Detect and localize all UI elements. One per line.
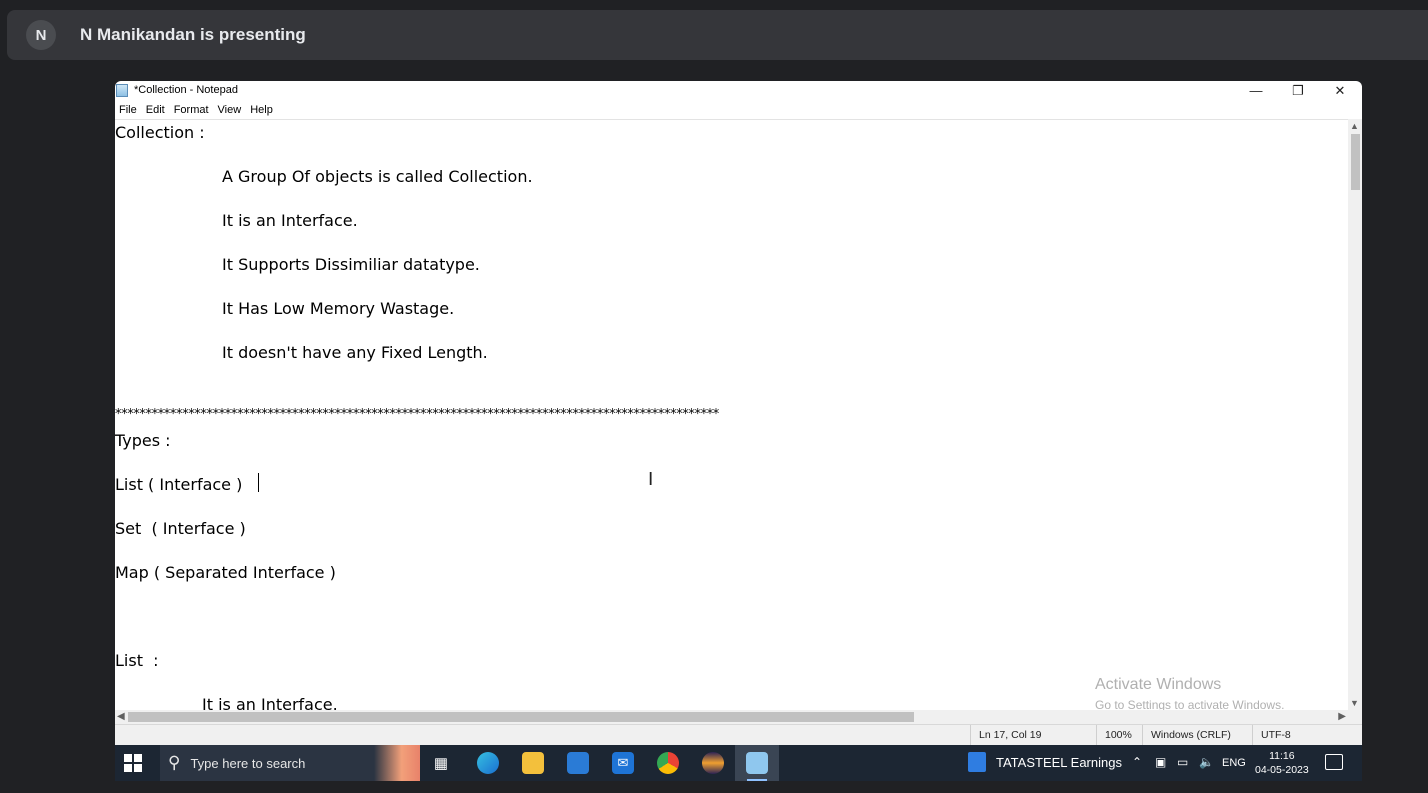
activate-title: Activate Windows <box>1095 676 1222 693</box>
edge-browser-icon[interactable] <box>477 752 499 774</box>
menu-edit[interactable]: Edit <box>142 101 170 119</box>
file-explorer-icon[interactable] <box>522 752 544 774</box>
horizontal-scroll-thumb[interactable] <box>128 712 914 722</box>
menu-help[interactable]: Help <box>246 101 278 119</box>
battery-icon[interactable]: ▭ <box>1177 755 1188 769</box>
notification-icon[interactable] <box>1325 754 1343 770</box>
notepad-titlebar[interactable]: *Collection - Notepad — ❐ ✕ <box>115 81 1362 100</box>
scroll-right-icon[interactable]: ▶ <box>1338 711 1346 722</box>
activate-windows-watermark: Activate Windows Go to Settings to activ… <box>1095 676 1284 712</box>
scroll-up-icon[interactable]: ▲ <box>1350 121 1359 131</box>
text-line: List ( Interface ) <box>115 475 243 494</box>
minimize-button[interactable]: — <box>1235 81 1277 100</box>
notepad-taskbar-button[interactable] <box>735 745 779 781</box>
scroll-left-icon[interactable]: ◀ <box>117 711 125 722</box>
notepad-taskbar-icon <box>746 752 768 774</box>
vertical-scrollbar[interactable]: ▲ ▼ <box>1348 119 1362 710</box>
text-line: Types : <box>115 431 171 450</box>
text-line: Set ( Interface ) <box>115 519 246 538</box>
line-ending: Windows (CRLF) <box>1142 725 1252 745</box>
microsoft-store-icon[interactable] <box>567 752 589 774</box>
chevron-up-icon[interactable]: ⌃ <box>1132 755 1142 769</box>
search-highlight-image <box>374 745 420 781</box>
text-line: It is an Interface. <box>222 211 358 230</box>
search-icon: ⚲ <box>168 753 181 773</box>
news-icon <box>968 752 986 772</box>
text-line: Map ( Separated Interface ) <box>115 563 336 582</box>
menu-format[interactable]: Format <box>170 101 214 119</box>
window-title: *Collection - Notepad <box>134 84 238 96</box>
text-editor[interactable]: Collection : A Group Of objects is calle… <box>115 119 1348 711</box>
menu-bar: File Edit Format View Help <box>115 101 278 119</box>
presenting-text: N Manikandan is presenting <box>80 25 306 44</box>
news-widget[interactable]: TATASTEEL Earnings <box>968 752 1122 772</box>
horizontal-scrollbar[interactable]: ◀ ▶ <box>115 710 1348 724</box>
text-line: ****************************************… <box>115 407 719 422</box>
scroll-corner <box>1348 710 1362 724</box>
chrome-icon[interactable] <box>657 752 679 774</box>
menu-file[interactable]: File <box>115 101 142 119</box>
encoding: UTF-8 <box>1252 725 1362 745</box>
system-clock[interactable]: 11:16 04-05-2023 <box>1255 749 1309 777</box>
ibeam-cursor-icon: I <box>648 469 654 490</box>
clock-time: 11:16 <box>1269 750 1295 762</box>
text-caret <box>258 473 259 492</box>
scroll-down-icon[interactable]: ▼ <box>1350 698 1359 708</box>
taskbar-search-box[interactable]: ⚲ Type here to search <box>160 745 420 781</box>
notepad-icon <box>116 84 128 97</box>
meet-now-icon[interactable]: ▣ <box>1155 755 1166 769</box>
eclipse-icon[interactable] <box>702 752 724 774</box>
volume-icon[interactable]: 🔈 <box>1199 755 1214 769</box>
cursor-position: Ln 17, Col 19 <box>970 725 1096 745</box>
vertical-scroll-thumb[interactable] <box>1351 134 1360 190</box>
status-bar: Ln 17, Col 19 100% Windows (CRLF) UTF-8 <box>115 724 1362 745</box>
zoom-level: 100% <box>1096 725 1142 745</box>
windows-start-icon[interactable] <box>124 754 142 772</box>
text-line: Collection : <box>115 123 205 142</box>
text-line: A Group Of objects is called Collection. <box>222 167 533 186</box>
search-placeholder: Type here to search <box>190 755 306 771</box>
text-line: It doesn't have any Fixed Length. <box>222 343 488 362</box>
mail-icon[interactable]: ✉ <box>612 752 634 774</box>
clock-date: 04-05-2023 <box>1255 764 1309 776</box>
text-line: List : <box>115 651 159 670</box>
shared-screen: *Collection - Notepad — ❐ ✕ File Edit Fo… <box>115 81 1362 781</box>
presenter-avatar: N <box>26 20 56 50</box>
close-button[interactable]: ✕ <box>1319 81 1361 100</box>
taskbar: ⚲ Type here to search ▦ ✉ TATASTEEL Earn… <box>115 745 1362 781</box>
language-indicator[interactable]: ENG <box>1222 757 1246 769</box>
restore-button[interactable]: ❐ <box>1277 81 1319 100</box>
presenting-banner: N N Manikandan is presenting <box>7 10 1428 60</box>
menu-view[interactable]: View <box>214 101 247 119</box>
text-line: It Has Low Memory Wastage. <box>222 299 455 318</box>
text-line: It Supports Dissimiliar datatype. <box>222 255 480 274</box>
active-indicator <box>747 779 767 781</box>
text-line: It is an Interface. <box>202 695 338 711</box>
task-view-icon[interactable]: ▦ <box>430 752 452 774</box>
news-text: TATASTEEL Earnings <box>996 754 1122 770</box>
